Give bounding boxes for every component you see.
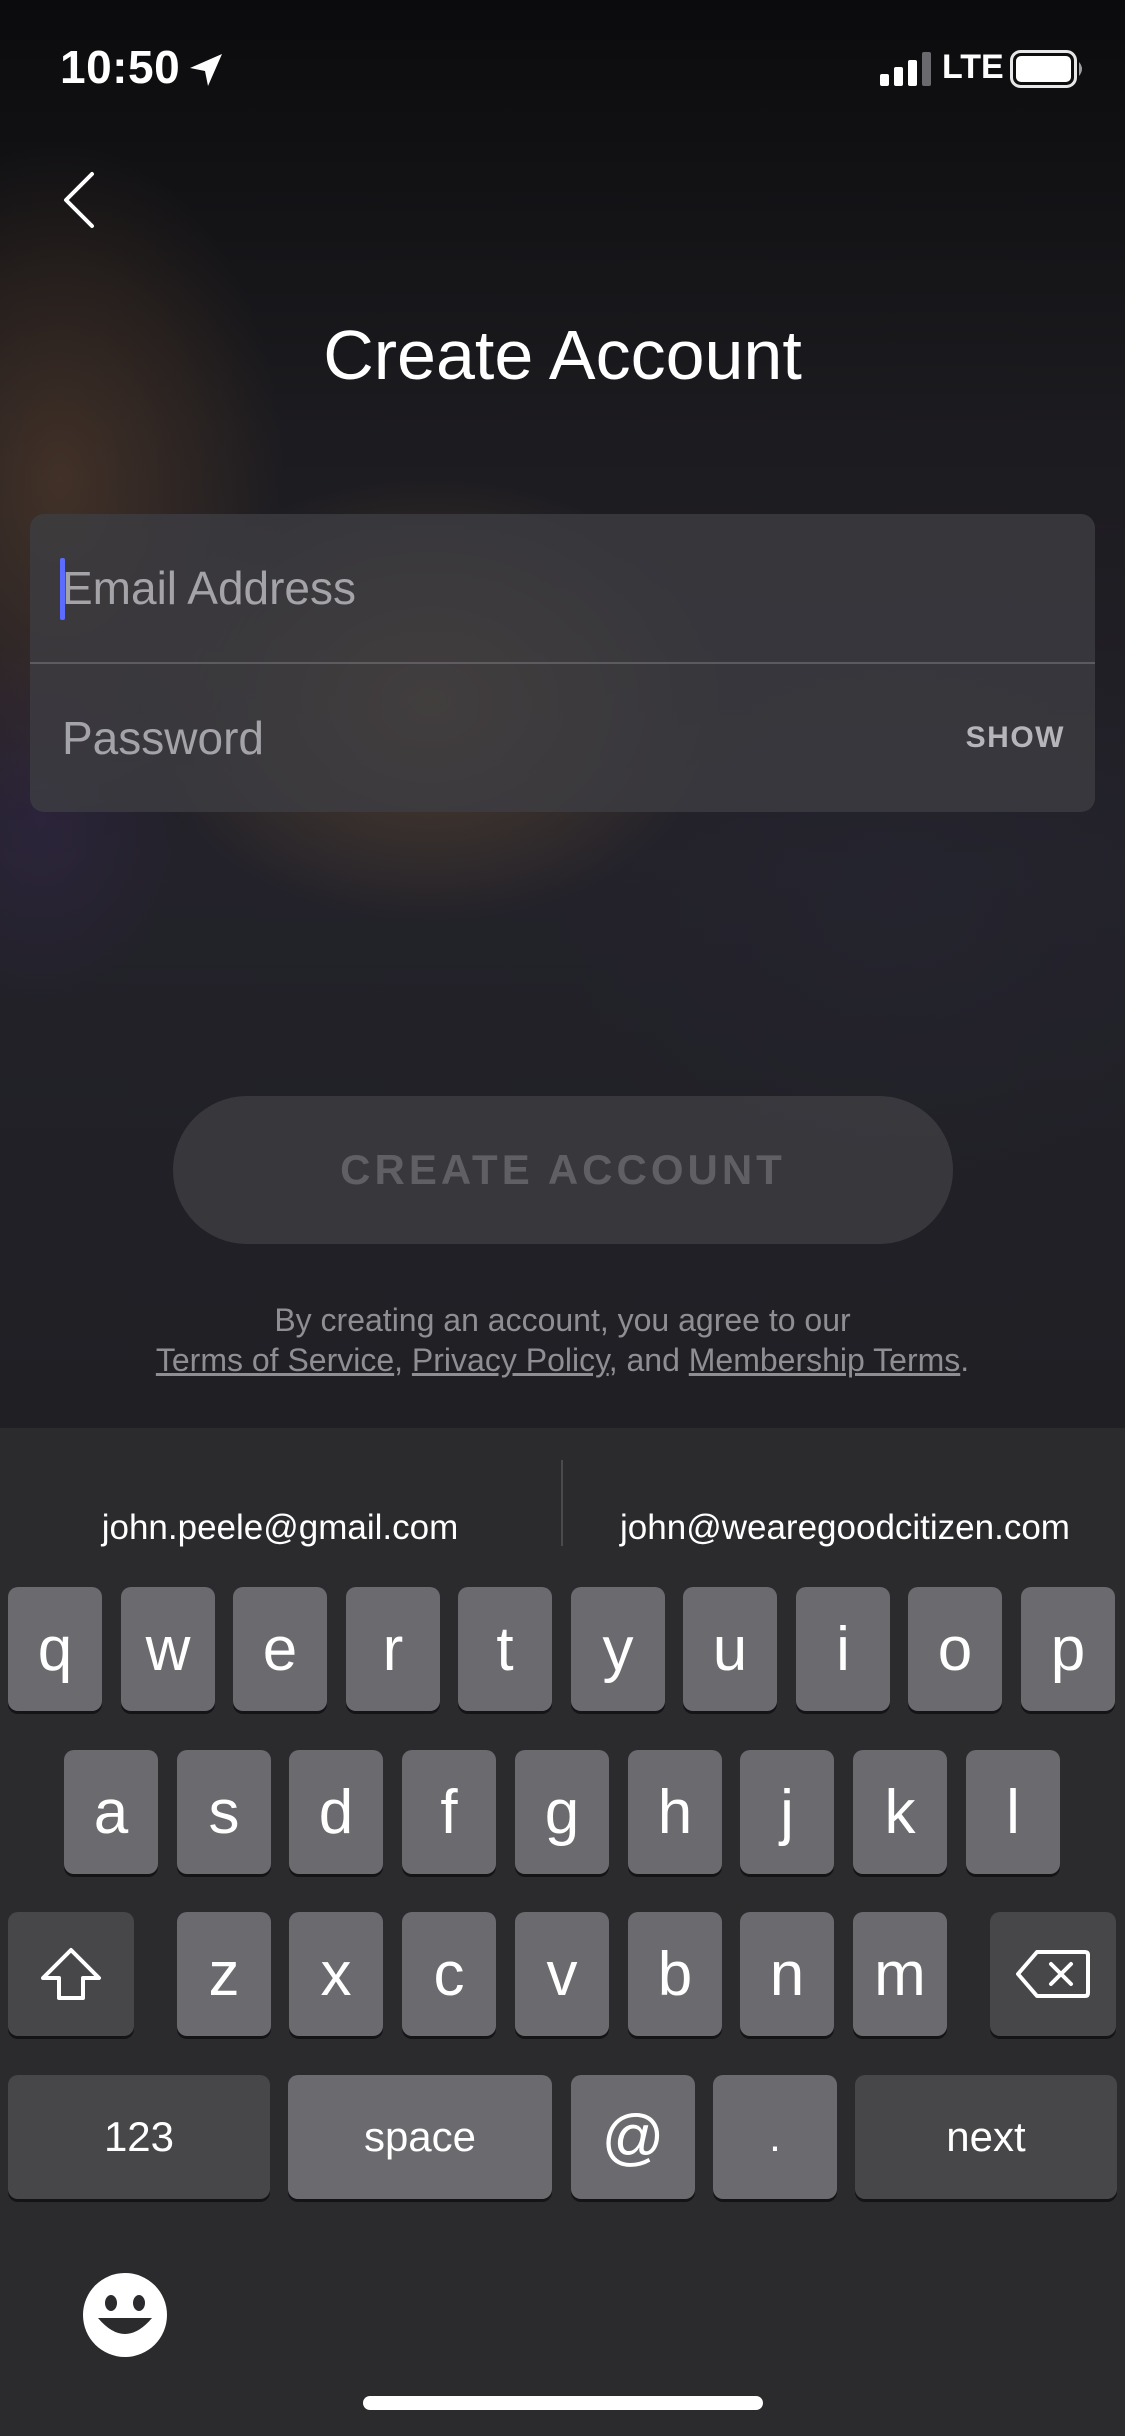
show-password-button[interactable]: SHOW <box>966 664 1065 812</box>
emoji-icon <box>83 2273 167 2357</box>
network-type: LTE <box>942 48 1004 86</box>
legal-sep-2: , and <box>608 1342 689 1378</box>
shift-icon <box>41 1948 101 2000</box>
key-p[interactable]: p <box>1021 1587 1115 1711</box>
chevron-left-icon <box>64 172 94 228</box>
password-input[interactable] <box>62 664 962 812</box>
create-account-screen: 10:50 LTE Create Account Email Address S… <box>0 0 1125 2436</box>
key-r[interactable]: r <box>346 1587 440 1711</box>
key-l[interactable]: l <box>966 1750 1060 1874</box>
battery-icon <box>1010 50 1082 88</box>
email-field[interactable] <box>30 514 1095 662</box>
email-input[interactable] <box>62 514 962 662</box>
email-suggestion-1[interactable]: john.peele@gmail.com <box>0 1488 560 1568</box>
dot-key[interactable]: . <box>713 2075 837 2199</box>
space-key[interactable]: space <box>288 2075 552 2199</box>
key-k[interactable]: k <box>853 1750 947 1874</box>
key-m[interactable]: m <box>853 1912 947 2036</box>
legal-end: . <box>960 1342 970 1378</box>
location-arrow-icon <box>190 54 222 86</box>
key-a[interactable]: a <box>64 1750 158 1874</box>
numbers-key[interactable]: 123 <box>8 2075 270 2199</box>
page-title: Create Account <box>323 316 802 394</box>
shift-key[interactable] <box>8 1912 134 2036</box>
password-field[interactable]: SHOW <box>30 664 1095 812</box>
legal-sep-1: , <box>394 1342 412 1378</box>
signal-icon <box>880 52 931 86</box>
key-h[interactable]: h <box>628 1750 722 1874</box>
membership-terms-link[interactable]: Membership Terms <box>689 1342 960 1378</box>
key-u[interactable]: u <box>683 1587 777 1711</box>
suggestion-divider <box>561 1460 563 1546</box>
key-s[interactable]: s <box>177 1750 271 1874</box>
key-q[interactable]: q <box>8 1587 102 1711</box>
next-key[interactable]: next <box>855 2075 1117 2199</box>
back-button[interactable] <box>30 150 130 250</box>
text-cursor <box>60 558 65 620</box>
create-account-button[interactable]: CREATE ACCOUNT <box>173 1096 953 1244</box>
legal-notice: By creating an account, you agree to our… <box>0 1300 1125 1380</box>
key-w[interactable]: w <box>121 1587 215 1711</box>
key-b[interactable]: b <box>628 1912 722 2036</box>
home-indicator <box>363 2396 763 2410</box>
key-f[interactable]: f <box>402 1750 496 1874</box>
key-e[interactable]: e <box>233 1587 327 1711</box>
emoji-button[interactable] <box>80 2270 170 2360</box>
legal-intro: By creating an account, you agree to our <box>274 1302 851 1338</box>
legal-links-line: Terms of Service, Privacy Policy, and Me… <box>0 1340 1125 1380</box>
backspace-icon <box>1016 1950 1090 1998</box>
key-z[interactable]: z <box>177 1912 271 2036</box>
key-g[interactable]: g <box>515 1750 609 1874</box>
key-o[interactable]: o <box>908 1587 1002 1711</box>
credentials-form: SHOW <box>30 514 1095 812</box>
key-n[interactable]: n <box>740 1912 834 2036</box>
delete-key[interactable] <box>990 1912 1116 2036</box>
key-i[interactable]: i <box>796 1587 890 1711</box>
key-j[interactable]: j <box>740 1750 834 1874</box>
privacy-policy-link[interactable]: Privacy Policy <box>412 1342 609 1378</box>
key-t[interactable]: t <box>458 1587 552 1711</box>
key-x[interactable]: x <box>289 1912 383 2036</box>
key-c[interactable]: c <box>402 1912 496 2036</box>
email-suggestion-2[interactable]: john@wearegoodcitizen.com <box>565 1488 1125 1568</box>
terms-of-service-link[interactable]: Terms of Service <box>156 1342 394 1378</box>
key-d[interactable]: d <box>289 1750 383 1874</box>
at-key[interactable]: @ <box>571 2075 695 2199</box>
status-time: 10:50 <box>60 41 181 93</box>
key-y[interactable]: y <box>571 1587 665 1711</box>
key-v[interactable]: v <box>515 1912 609 2036</box>
status-bar: 10:50 LTE <box>0 0 1125 140</box>
